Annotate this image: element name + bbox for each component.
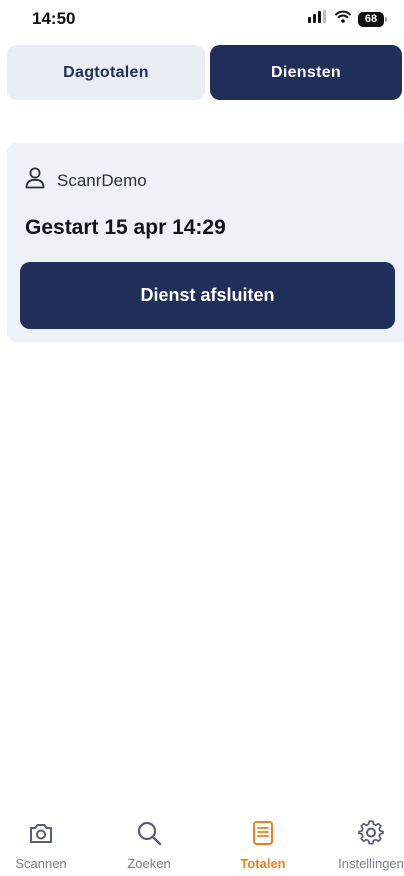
tab-diensten[interactable]: Diensten — [210, 45, 402, 100]
nav-item-instellingen[interactable]: Instellingen — [326, 818, 404, 871]
status-bar: 14:50 68 — [0, 0, 404, 40]
nav-label-instellingen: Instellingen — [338, 856, 404, 871]
wifi-icon — [335, 10, 351, 28]
bottom-nav: Scannen Zoeken Totalen Instellingen — [0, 818, 404, 876]
battery-icon: 68 — [358, 11, 387, 27]
gear-icon — [326, 818, 404, 848]
status-icons: 68 — [308, 10, 387, 28]
camera-icon — [0, 818, 86, 848]
user-icon — [25, 167, 45, 194]
tab-dagtotalen[interactable]: Dagtotalen — [7, 45, 205, 100]
nav-item-scannen[interactable]: Scannen — [0, 818, 86, 871]
end-shift-button[interactable]: Dienst afsluiten — [20, 262, 395, 329]
shift-start-time: Gestart 15 apr 14:29 — [25, 216, 226, 239]
nav-label-zoeken: Zoeken — [127, 856, 171, 871]
shift-card: ScanrDemo Gestart 15 apr 14:29 Dienst af… — [7, 143, 404, 342]
nav-label-scannen: Scannen — [15, 856, 67, 871]
signal-icon — [308, 10, 328, 28]
search-icon — [104, 818, 194, 848]
status-time: 14:50 — [32, 9, 76, 28]
segment-tabs: Dagtotalen Diensten — [7, 45, 404, 100]
nav-item-totalen[interactable]: Totalen — [218, 818, 308, 871]
nav-label-totalen: Totalen — [240, 856, 286, 871]
user-name: ScanrDemo — [57, 170, 147, 190]
nav-item-zoeken[interactable]: Zoeken — [104, 818, 194, 871]
user-row: ScanrDemo — [25, 167, 147, 194]
list-icon — [218, 818, 308, 848]
